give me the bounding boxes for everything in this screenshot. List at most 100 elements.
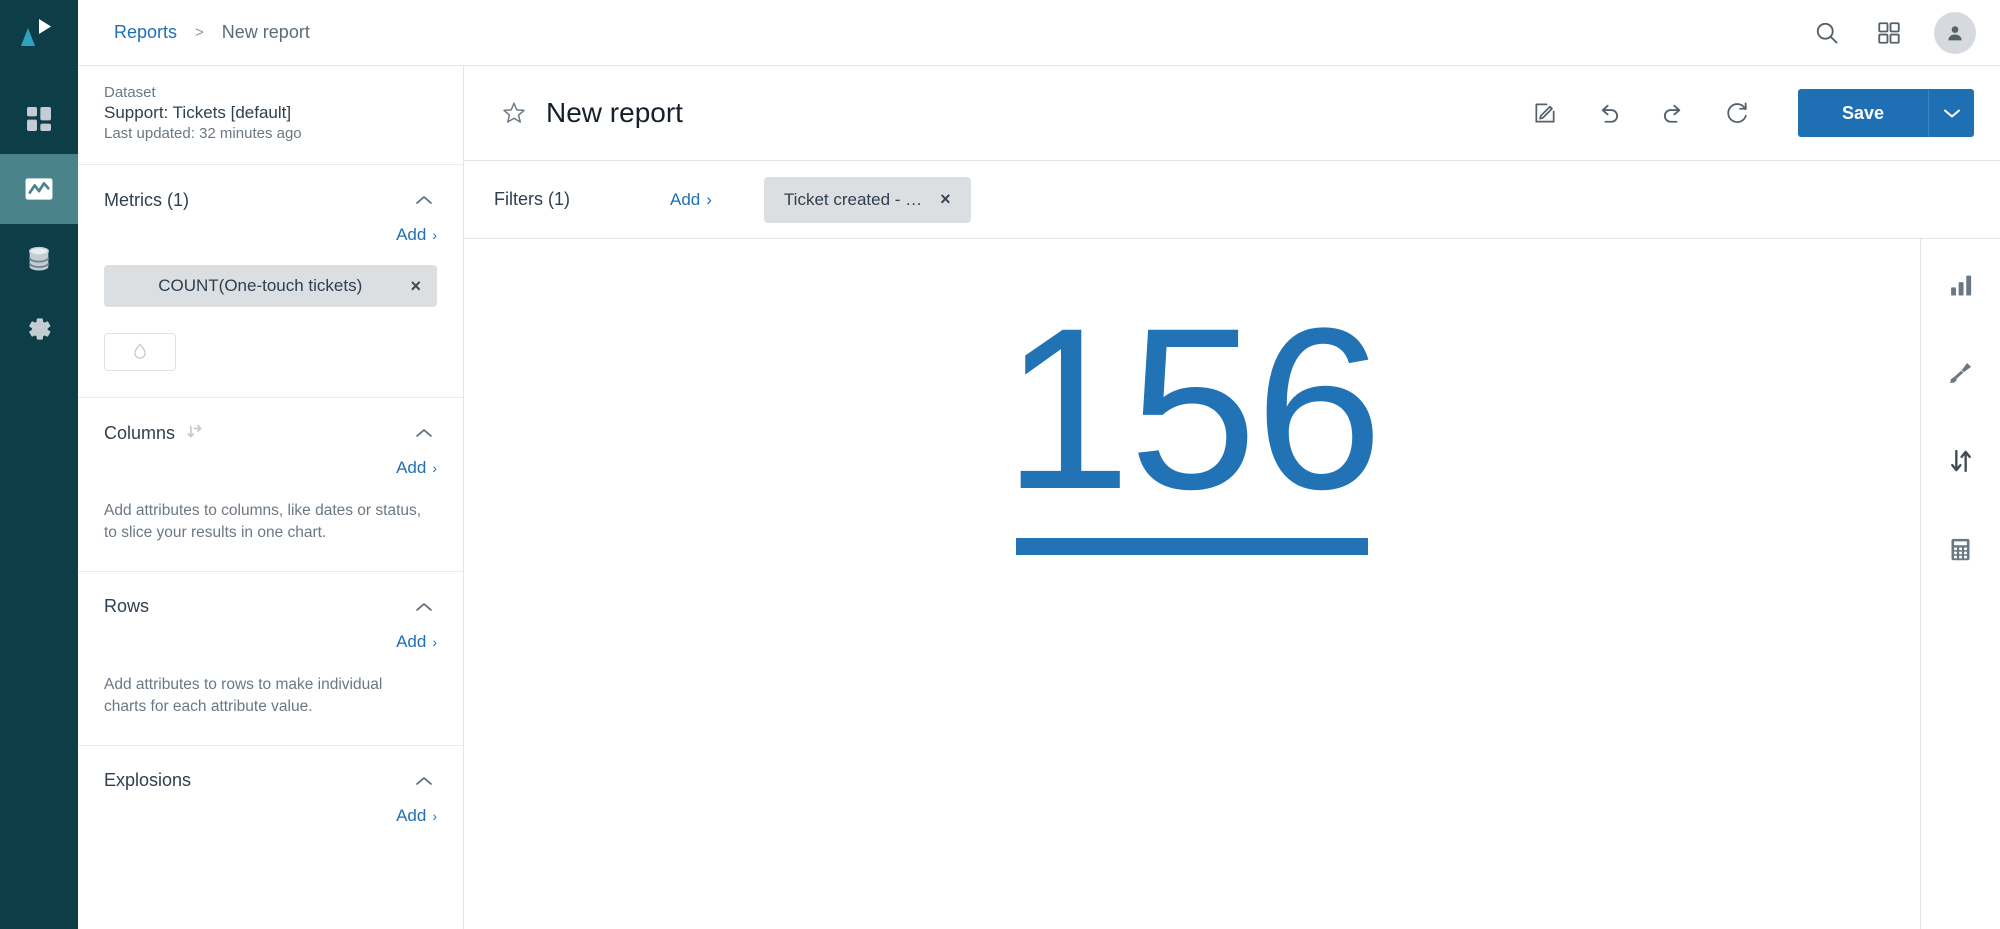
sort-arrows-icon <box>1950 449 1971 473</box>
sort-button[interactable] <box>1937 437 1985 485</box>
report-header: New report Save <box>464 66 2000 161</box>
search-icon <box>1816 22 1838 44</box>
chevron-right-icon: › <box>432 807 437 824</box>
section-rows-header: Rows <box>104 594 437 620</box>
sidebar-item-reports[interactable] <box>0 154 78 224</box>
star-icon <box>503 102 525 123</box>
section-rows-title: Rows <box>104 596 150 617</box>
dataset-label: Dataset <box>104 84 156 101</box>
app-body: Reports > New report Dataset Support: Ti… <box>78 0 2000 929</box>
favorite-star-button[interactable] <box>494 93 534 133</box>
section-metrics-title: Metrics (1) <box>104 189 189 210</box>
filters-label: Filters (1) <box>494 189 570 209</box>
chevron-right-icon: › <box>432 227 437 243</box>
collapse-explosions-button[interactable] <box>411 768 437 794</box>
canvas-wrapper: 156 <box>464 239 2000 929</box>
app-logo[interactable] <box>0 0 78 66</box>
dataset-last-updated: Last updated: 32 minutes ago <box>104 125 302 142</box>
filters-bar: Filters (1) Add › Ticket created - … × <box>464 161 2000 239</box>
formatting-button[interactable] <box>1937 349 1985 397</box>
edit-pencil-icon <box>1535 103 1555 123</box>
play-triangle-logo-icon <box>21 19 51 46</box>
add-filter-link[interactable]: Add › <box>670 190 712 210</box>
dashboard-grid-icon <box>27 107 51 131</box>
chevron-up-icon <box>416 603 432 611</box>
user-icon <box>1948 25 1962 40</box>
workspace: Dataset Support: Tickets [default] Last … <box>78 66 2000 929</box>
undo-icon <box>1601 104 1619 123</box>
add-column-link[interactable]: Add › <box>396 458 437 478</box>
breadcrumb-reports-link[interactable]: Reports <box>114 22 177 43</box>
metric-chip-label: COUNT(One-touch tickets) <box>158 276 363 295</box>
chevron-up-icon <box>416 777 432 785</box>
bar-chart-icon <box>1950 275 1971 296</box>
calculator-icon <box>1951 538 1970 560</box>
report-main: New report Save Filters (1) Add › Ticket… <box>464 66 2000 929</box>
report-config-panel: Dataset Support: Tickets [default] Last … <box>78 66 464 929</box>
chevron-right-icon: › <box>706 189 712 209</box>
chevron-up-icon <box>416 196 432 204</box>
apps-grid-icon <box>1878 21 1900 44</box>
avatar[interactable] <box>1934 11 1976 54</box>
chevron-right-icon: › <box>432 460 437 476</box>
add-filter-label: Add <box>670 189 701 209</box>
chevron-down-icon <box>1943 109 1960 118</box>
chart-type-button[interactable] <box>1937 261 1985 309</box>
add-explosion-link[interactable]: Add › <box>396 806 437 826</box>
remove-filter-button[interactable]: × <box>940 189 951 210</box>
edit-button[interactable] <box>1520 88 1570 138</box>
add-column-label: Add <box>396 458 427 477</box>
section-columns-header: Columns <box>104 420 437 446</box>
remove-metric-button[interactable]: × <box>400 276 421 297</box>
kpi-underline-bar <box>1016 537 1368 555</box>
apps-button[interactable] <box>1862 6 1916 60</box>
add-metric-label: Add <box>396 225 427 244</box>
section-explosions: Explosions Add › <box>78 746 463 852</box>
add-metric-link[interactable]: Add › <box>396 225 437 245</box>
rows-hint-text: Add attributes to rows to make individua… <box>104 675 383 716</box>
breadcrumb-separator: > <box>195 24 204 41</box>
save-button-group: Save <box>1798 89 1974 137</box>
database-icon <box>28 246 50 271</box>
swap-columns-rows-button[interactable] <box>185 423 205 443</box>
refresh-button[interactable] <box>1712 88 1762 138</box>
collapse-metrics-button[interactable] <box>411 187 437 213</box>
search-button[interactable] <box>1800 6 1854 60</box>
metric-filter-button[interactable] <box>104 333 176 371</box>
line-chart-icon <box>25 178 53 200</box>
collapse-rows-button[interactable] <box>411 594 437 620</box>
add-row-label: Add <box>396 631 427 651</box>
paintbrush-icon <box>1949 362 1971 384</box>
calculations-button[interactable] <box>1937 525 1985 573</box>
save-options-button[interactable] <box>1928 89 1974 137</box>
columns-hint-text: Add attributes to columns, like dates or… <box>104 502 422 542</box>
add-row-link[interactable]: Add › <box>396 632 437 652</box>
section-metrics-header: Metrics (1) <box>104 187 437 213</box>
sidebar-item-datasets[interactable] <box>0 224 78 294</box>
filter-chip-label: Ticket created - … <box>783 189 923 209</box>
redo-button[interactable] <box>1648 88 1698 138</box>
metric-chip[interactable]: COUNT(One-touch tickets) × <box>104 265 437 307</box>
collapse-columns-button[interactable] <box>411 420 437 446</box>
breadcrumb-current: New report <box>221 22 310 42</box>
page-title: New report <box>546 97 683 128</box>
left-nav-rail <box>0 0 78 929</box>
report-canvas: 156 <box>464 239 1920 929</box>
app-root: Reports > New report Dataset Support: Ti… <box>0 0 2000 929</box>
filter-chip[interactable]: Ticket created - … × <box>763 176 971 223</box>
redo-icon <box>1663 104 1681 123</box>
section-metrics: Metrics (1) Add › COUNT(One-touch ticket… <box>78 165 463 398</box>
section-explosions-title: Explosions <box>104 770 192 791</box>
undo-button[interactable] <box>1584 88 1634 138</box>
section-rows: Rows Add › Add attributes to rows to mak… <box>78 572 463 746</box>
kpi-visualization: 156 <box>1003 294 1383 555</box>
sidebar-item-dashboards[interactable] <box>0 84 78 154</box>
add-explosion-label: Add <box>396 805 427 825</box>
sidebar-item-settings[interactable] <box>0 294 78 364</box>
gear-icon <box>29 318 51 340</box>
dataset-block[interactable]: Dataset Support: Tickets [default] Last … <box>78 66 463 165</box>
save-button[interactable]: Save <box>1798 89 1928 137</box>
visualization-toolbar <box>1920 239 2000 929</box>
section-columns: Columns Add › Add attributes to columns,… <box>78 398 463 572</box>
chevron-up-icon <box>416 429 432 437</box>
